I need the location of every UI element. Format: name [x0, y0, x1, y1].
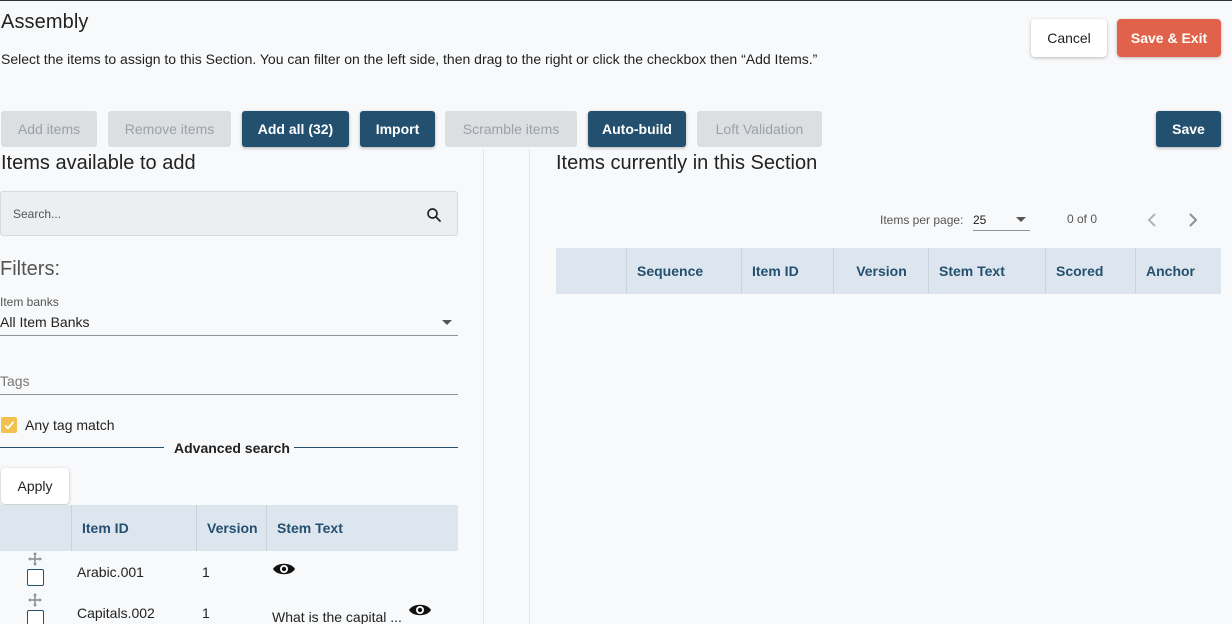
add-all-button[interactable]: Add all (32) [242, 111, 349, 147]
search-input[interactable]: Search... [0, 191, 458, 236]
import-button[interactable]: Import [360, 111, 435, 147]
advanced-search-divider-right [294, 447, 458, 448]
tags-input[interactable]: Tags [0, 373, 30, 389]
search-placeholder: Search... [13, 207, 62, 221]
page-instructions: Select the items to assign to this Secti… [1, 51, 818, 67]
add-items-button[interactable]: Add items [1, 111, 97, 147]
drag-handle-icon[interactable] [28, 593, 42, 607]
row-checkbox[interactable] [27, 610, 44, 624]
row-version: 1 [202, 605, 210, 621]
current-items-table-header: Sequence Item ID Version Stem Text Score… [556, 248, 1221, 294]
column-header-version[interactable]: Version [196, 505, 267, 551]
chevron-down-icon[interactable] [1016, 217, 1026, 222]
items-per-page-label: Items per page: [880, 213, 964, 227]
page-title: Assembly [1, 11, 89, 33]
pane-divider-right [529, 149, 530, 624]
column-header-item-id[interactable]: Item ID [71, 505, 197, 551]
filters-heading: Filters: [0, 258, 60, 280]
scramble-items-button[interactable]: Scramble items [445, 111, 577, 147]
row-checkbox[interactable] [27, 569, 44, 586]
column-header-version[interactable]: Version [833, 248, 929, 294]
current-items-heading: Items currently in this Section [556, 152, 818, 174]
loft-validation-button[interactable]: Loft Validation [697, 111, 822, 147]
available-items-table-header: Item ID Version Stem Text [0, 505, 458, 551]
column-header-anchor[interactable]: Anchor [1135, 248, 1221, 294]
advanced-search-divider-left [0, 447, 164, 448]
apply-button[interactable]: Apply [1, 468, 69, 504]
any-tag-match-checkbox[interactable] [1, 417, 17, 433]
save-button[interactable]: Save [1156, 111, 1221, 147]
eye-icon[interactable] [272, 560, 296, 578]
advanced-search-toggle[interactable]: Advanced search [174, 440, 290, 456]
column-header-stem-text[interactable]: Stem Text [266, 505, 458, 551]
any-tag-match-label[interactable]: Any tag match [25, 417, 115, 433]
cancel-button[interactable]: Cancel [1031, 19, 1107, 57]
chevron-left-icon[interactable] [1144, 211, 1160, 229]
row-item-id: Capitals.002 [77, 605, 155, 621]
items-per-page-underline [973, 230, 1030, 231]
search-icon[interactable] [425, 206, 443, 224]
row-stem-text: What is the capital ... [272, 609, 402, 624]
column-header-scored[interactable]: Scored [1045, 248, 1136, 294]
available-items-heading: Items available to add [1, 152, 196, 174]
chevron-down-icon[interactable] [442, 320, 452, 325]
column-header-stem-text[interactable]: Stem Text [928, 248, 1046, 294]
column-header-sequence[interactable]: Sequence [626, 248, 742, 294]
remove-items-button[interactable]: Remove items [108, 111, 231, 147]
items-per-page-select[interactable]: 25 [973, 213, 986, 227]
chevron-right-icon[interactable] [1185, 211, 1201, 229]
item-banks-select[interactable]: All Item Banks [0, 314, 89, 330]
drag-handle-icon[interactable] [28, 552, 42, 566]
item-banks-label: Item banks [0, 295, 59, 309]
save-and-exit-button[interactable]: Save & Exit [1117, 19, 1221, 57]
item-banks-underline [0, 335, 458, 336]
row-version: 1 [202, 564, 210, 580]
check-icon [4, 421, 15, 430]
row-item-id: Arabic.001 [77, 564, 144, 580]
tags-underline [0, 394, 458, 395]
auto-build-button[interactable]: Auto-build [588, 111, 686, 147]
column-header-item-id[interactable]: Item ID [741, 248, 834, 294]
pagination-range: 0 of 0 [1067, 212, 1098, 226]
pane-divider [483, 149, 484, 624]
eye-icon[interactable] [408, 601, 432, 619]
